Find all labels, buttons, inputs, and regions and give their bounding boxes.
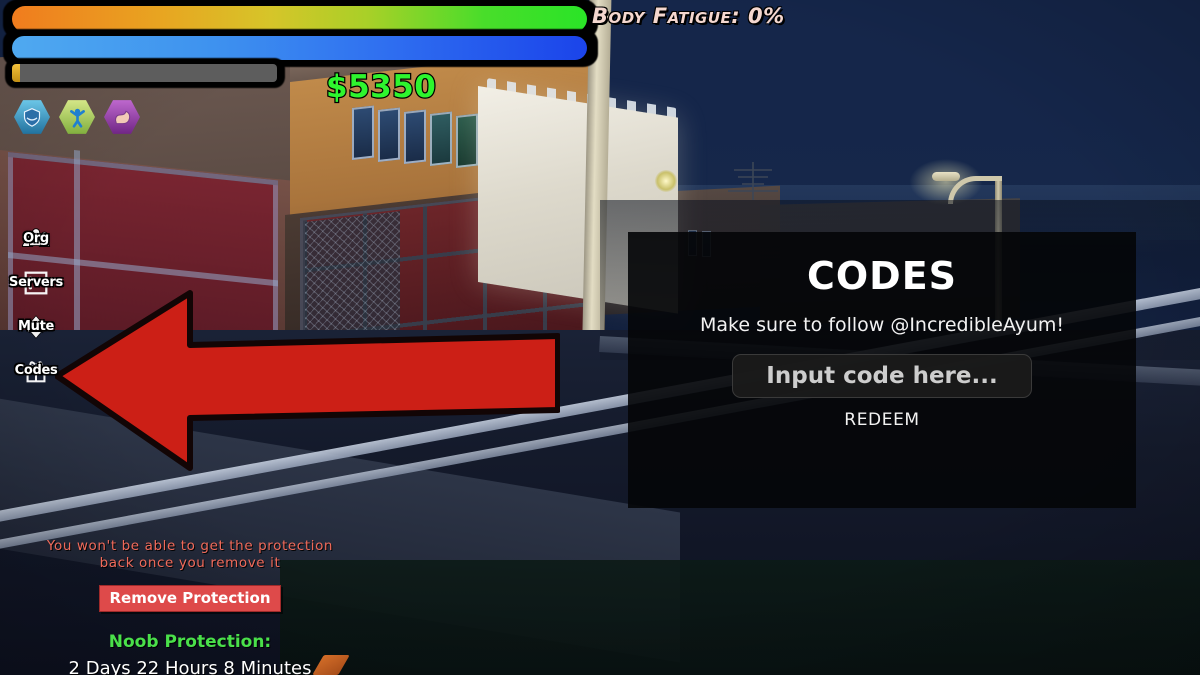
code-input-field[interactable] [732, 354, 1032, 398]
codes-panel-title: CODES [806, 254, 958, 298]
building-window [378, 107, 400, 162]
building-window [456, 113, 478, 168]
power-icon-row [14, 99, 140, 135]
codes-panel: CODES Make sure to follow @IncredibleAyu… [628, 232, 1136, 508]
experience-bar-fill [12, 64, 20, 82]
strength-power-icon[interactable] [104, 100, 140, 134]
stamina-bar [3, 29, 598, 67]
remove-protection-button[interactable]: Remove Protection [99, 585, 281, 612]
building-window [430, 111, 452, 166]
sidebar-item-label: Codes [14, 363, 58, 378]
roadside-grass [280, 560, 1200, 675]
sidebar-item-org[interactable]: Org [4, 222, 68, 255]
experience-bar-track [12, 64, 277, 82]
streetlamp-head [932, 172, 960, 181]
building-window [404, 109, 426, 164]
game-screenshot: $5350 Body Fatigue: 0% Org Servers Mute … [0, 0, 1200, 675]
player-status-bars [3, 0, 598, 88]
person-icon [69, 108, 85, 128]
body-fatigue-label: Body Fatigue: 0% [592, 4, 785, 28]
codes-panel-subtitle: Make sure to follow @IncredibleAyum! [699, 314, 1064, 336]
experience-bar [5, 58, 285, 88]
building-window [352, 105, 374, 160]
billboard-lamp-glow [655, 170, 677, 192]
stamina-bar-fill [12, 36, 587, 60]
redeem-button[interactable]: REDEEM [844, 410, 919, 430]
flexed-arm-icon [114, 110, 130, 124]
shield-power-icon[interactable] [14, 100, 50, 134]
sidebar-item-label: Servers [9, 275, 63, 290]
red-arrow-annotation [55, 290, 560, 471]
protection-warning-line2: back once you remove it [99, 555, 281, 571]
protection-time-remaining: 2 Days 22 Hours 8 Minutes [68, 658, 312, 675]
sidebar-item-label: Org [23, 231, 49, 246]
protection-status-label: Noob Protection: [108, 632, 272, 652]
body-power-icon[interactable] [59, 100, 95, 134]
noob-protection-panel: You won't be able to get the protection … [0, 538, 380, 675]
sidebar-item-label: Mute [17, 319, 55, 334]
protection-warning-line1: You won't be able to get the protection [46, 538, 334, 554]
shield-icon [23, 108, 41, 127]
money-counter: $5350 [325, 68, 437, 107]
rooftop-antenna-icon [728, 162, 778, 200]
